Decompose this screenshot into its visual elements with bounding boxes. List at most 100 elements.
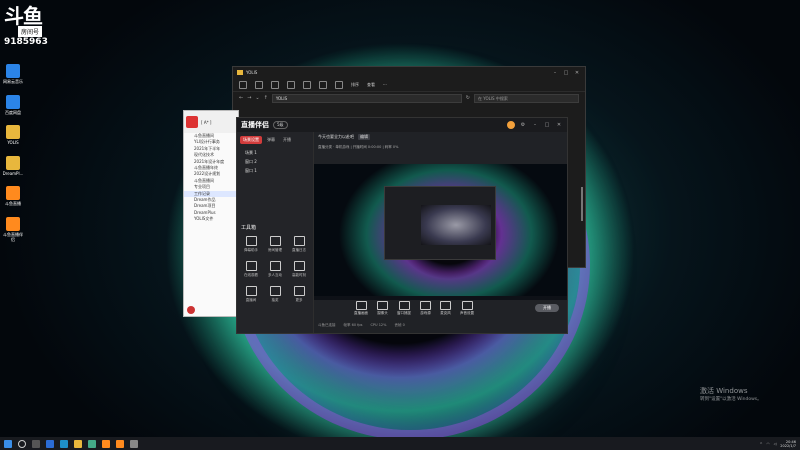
copy-icon[interactable] — [271, 80, 279, 89]
brand-title: 直播伴侣 — [241, 121, 269, 129]
close-button[interactable]: ✕ — [573, 70, 581, 76]
activation-watermark: 激活 Windows 转到"设置"以激活 Windows。 — [700, 386, 762, 402]
control-label: 窗口捕捉 — [397, 310, 411, 315]
desktop-icon-yolis[interactable]: YOLIS — [2, 125, 24, 145]
up-icon[interactable]: ↑ — [264, 95, 268, 101]
tab-scenes[interactable]: 场景设置 — [240, 136, 262, 144]
refresh-icon[interactable]: ↻ — [466, 95, 470, 101]
scene-item[interactable]: 窗口 2 — [237, 157, 313, 166]
douyu-icon — [6, 186, 20, 200]
baidu-icon — [6, 95, 20, 109]
status-dropped: 丢帧 0 — [394, 323, 405, 327]
delete-icon[interactable] — [335, 80, 343, 89]
clock-date: 2022/1/7 — [780, 443, 796, 448]
explorer-icon[interactable] — [74, 439, 82, 448]
source-mic[interactable]: 麦克风 — [440, 300, 451, 316]
stream-preview[interactable] — [314, 164, 567, 300]
minimize-button[interactable]: – — [551, 70, 559, 76]
tool-interaction[interactable]: 多人互动 — [263, 261, 287, 278]
app-icon[interactable] — [130, 439, 138, 448]
chevron-up-icon[interactable]: ^ — [760, 442, 763, 446]
desktop-icon-dreampl[interactable]: DreamPl... — [2, 156, 24, 176]
address-bar[interactable]: YOLIS — [271, 93, 462, 103]
control-label: 游戏源 — [420, 310, 431, 315]
tool-icon — [293, 261, 305, 271]
desktop-icon-label: YOLIS — [7, 140, 19, 145]
scene-item[interactable]: 场景 1 — [237, 148, 313, 157]
scene-item[interactable]: 窗口 1 — [237, 166, 313, 175]
folder-icon — [6, 125, 20, 139]
microphone-icon — [440, 300, 451, 310]
desktop-icon-netease[interactable]: 网易云音乐 — [2, 64, 24, 84]
new-icon[interactable] — [239, 80, 247, 89]
status-bar: 斗鱼已连接 帧率 60 fps CPU 12% 丢帧 0 — [314, 323, 567, 331]
stream-info: 今天也要全力以赴吧 编辑 — [314, 132, 567, 142]
edge-icon[interactable] — [46, 439, 54, 448]
minimize-button[interactable]: – — [531, 122, 539, 128]
gamepad-icon — [420, 300, 431, 310]
desktop-icon-douyu-companion[interactable]: 斗鱼直播伴侣 — [2, 217, 24, 242]
maximize-button[interactable]: □ — [543, 122, 551, 128]
tool-label: 抽奖 — [271, 298, 279, 302]
tool-icon — [245, 286, 257, 296]
more-button[interactable]: ··· — [383, 82, 387, 87]
go-live-button[interactable]: 开播 — [535, 304, 559, 312]
sort-button[interactable]: 排序 — [351, 82, 359, 88]
back-icon[interactable]: ← — [239, 95, 243, 101]
tab-live[interactable]: 开播 — [280, 136, 294, 144]
task-view-icon[interactable] — [32, 439, 40, 448]
toolbox-heading: 工具箱 — [241, 225, 257, 231]
edit-button[interactable]: 编辑 — [358, 134, 370, 140]
douyu-companion-taskbar-icon[interactable] — [116, 439, 124, 448]
status-cpu: CPU 12% — [370, 323, 387, 327]
app-icon[interactable] — [88, 439, 96, 448]
tab-danmaku[interactable]: 弹幕 — [264, 136, 278, 144]
douyu-taskbar-icon[interactable] — [102, 439, 110, 448]
cut-icon[interactable] — [255, 80, 263, 89]
close-button[interactable]: ✕ — [555, 122, 563, 128]
start-icon[interactable] — [4, 439, 12, 448]
store-icon[interactable] — [60, 439, 68, 448]
tool-highlights[interactable]: 高能时刻 — [287, 261, 311, 278]
maximize-button[interactable]: □ — [562, 70, 570, 76]
tool-label: 高能时刻 — [292, 273, 306, 277]
clock[interactable]: 20:46 2022/1/7 — [780, 440, 796, 448]
forward-icon[interactable]: → — [247, 95, 251, 101]
sidebar-tabs: 场景设置 弹幕 开播 — [237, 132, 313, 148]
wifi-icon[interactable]: ◠ — [767, 442, 770, 446]
explorer-toolbar: 排序 查看 ··· — [233, 78, 585, 92]
stream-main: 今天也要全力以赴吧 编辑 直播分类 · 单机游戏 | 开播时间 0:00:00 … — [314, 132, 567, 333]
tool-room-manage[interactable]: 房间管理 — [263, 236, 287, 253]
desktop-icon-baidu[interactable]: 百度网盘 — [2, 95, 24, 115]
desktop-icon-douyu[interactable]: 斗鱼直播 — [2, 186, 24, 206]
tool-room[interactable]: 直播间 — [239, 286, 263, 303]
tool-danmaku-helper[interactable]: 弹幕助手 — [239, 236, 263, 253]
room-label: 房间号 — [18, 26, 43, 37]
source-game[interactable]: 游戏源 — [420, 300, 431, 316]
tool-live-log[interactable]: 直播日志 — [287, 236, 311, 253]
avatar[interactable] — [187, 306, 195, 314]
volume-icon[interactable]: ◁ — [774, 442, 777, 446]
tool-lottery[interactable]: 抽奖 — [263, 286, 287, 303]
tool-icon — [293, 286, 305, 296]
rename-icon[interactable] — [303, 80, 311, 89]
scrollbar[interactable] — [581, 187, 583, 221]
search-icon[interactable] — [18, 439, 26, 448]
tool-more[interactable]: 更多 — [287, 286, 311, 303]
paste-icon[interactable] — [287, 80, 295, 89]
source-audio[interactable]: 声音设置 — [460, 300, 474, 316]
tool-icon — [293, 236, 305, 246]
list-item[interactable]: YOLIS文件 — [184, 216, 238, 222]
avatar[interactable] — [507, 121, 515, 129]
tool-viewers[interactable]: 在线观看 — [239, 261, 263, 278]
notes-footer — [184, 304, 238, 316]
view-button[interactable]: 查看 — [367, 82, 375, 88]
notes-header: [ A* ] — [184, 111, 238, 133]
source-camera[interactable]: 摄像头 — [377, 300, 388, 316]
source-window[interactable]: 窗口捕捉 — [397, 300, 411, 316]
search-input[interactable]: 在 YOLIS 中搜索 — [474, 93, 579, 103]
chevron-down-icon[interactable]: ⌄ — [255, 95, 259, 101]
share-icon[interactable] — [319, 80, 327, 89]
source-screen[interactable]: 直播画面 — [354, 300, 368, 316]
settings-icon[interactable]: ⚙ — [519, 122, 527, 128]
